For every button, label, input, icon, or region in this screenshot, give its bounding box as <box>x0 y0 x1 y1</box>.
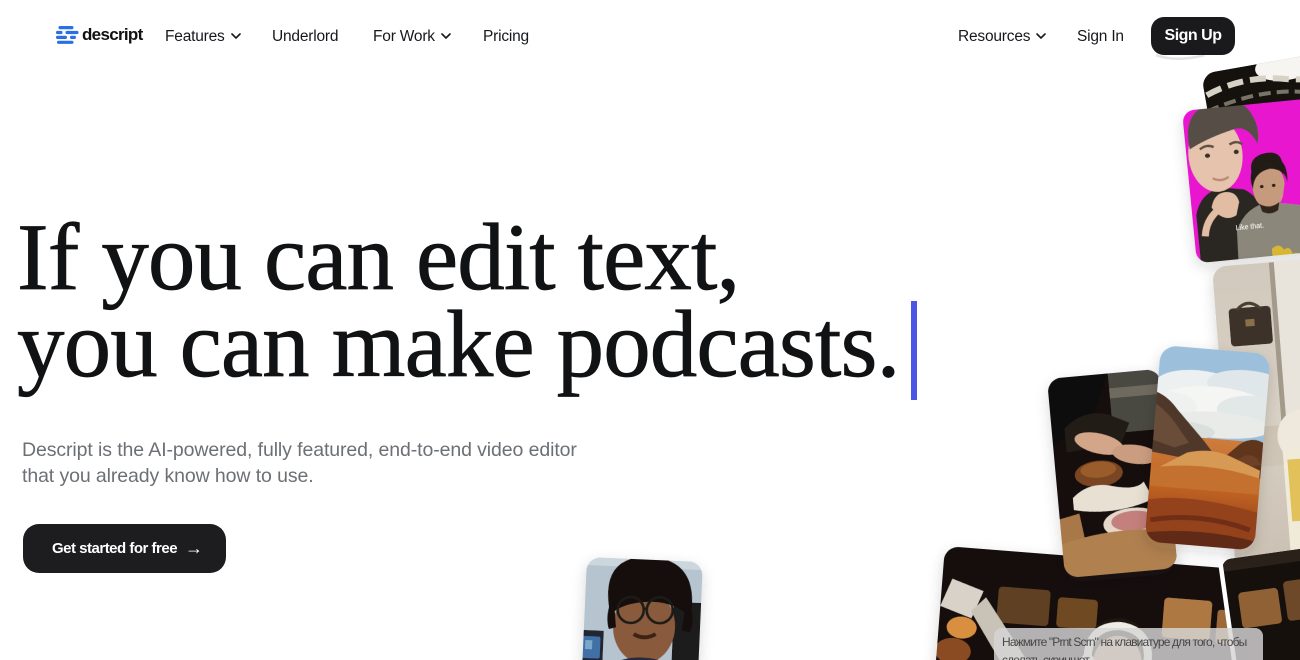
svg-text:сделать скриншот: сделать скриншот <box>1002 653 1090 660</box>
svg-text:Нажмите "Prnt Scrn" на клавиат: Нажмите "Prnt Scrn" на клавиатуре для то… <box>1002 635 1247 649</box>
